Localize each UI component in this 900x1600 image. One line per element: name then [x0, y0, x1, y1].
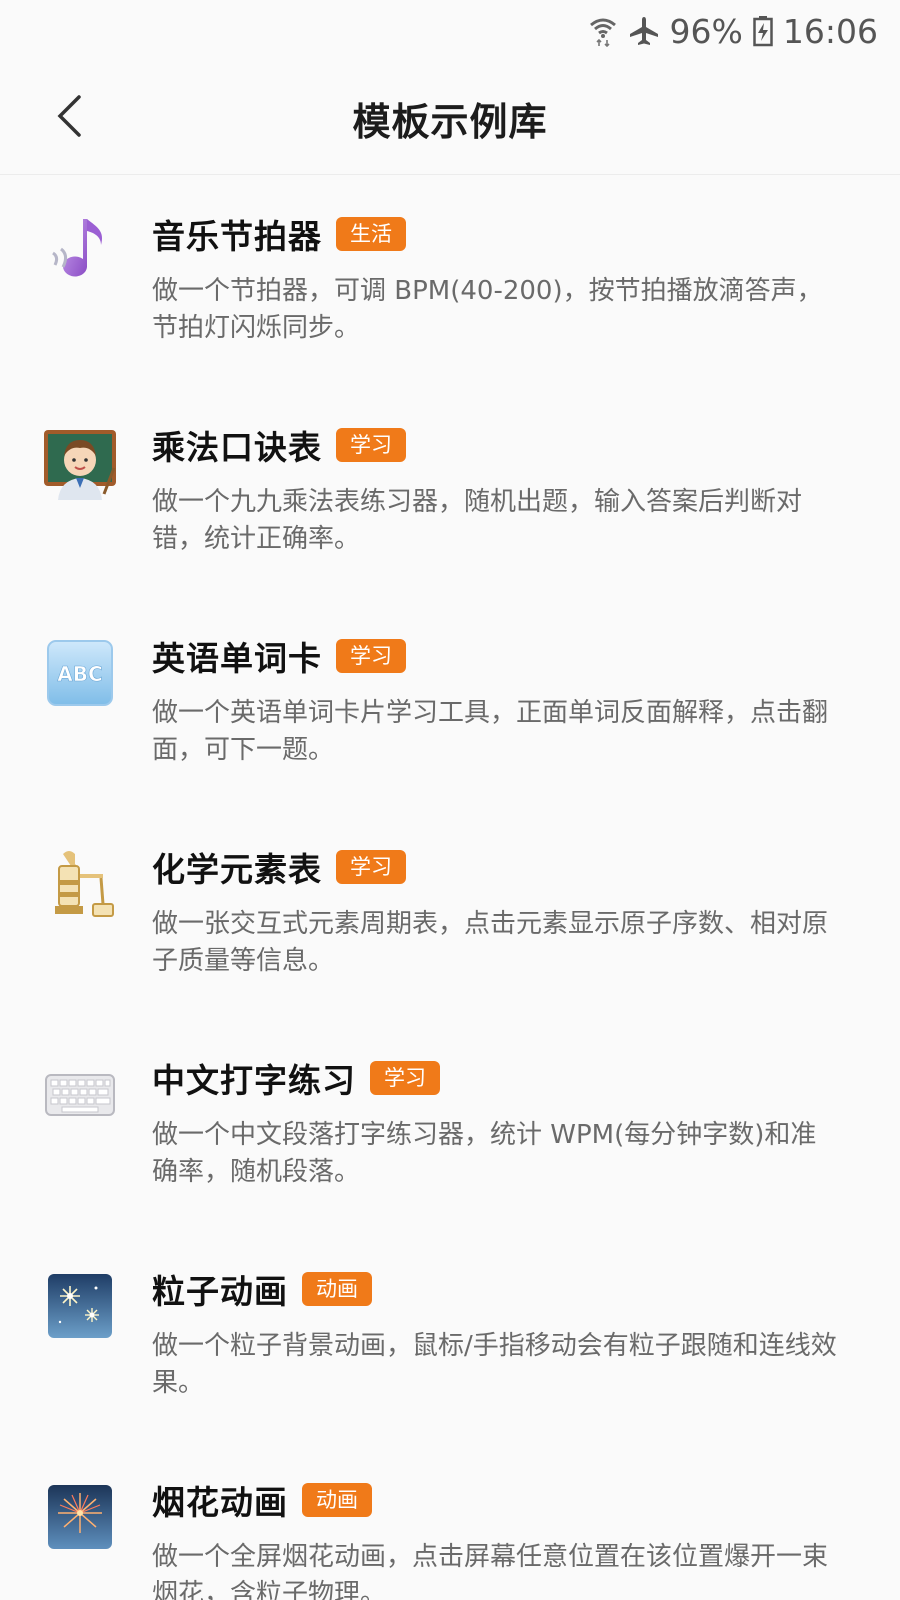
svg-text:ABC: ABC [57, 662, 102, 686]
fireworks-icon [42, 1479, 118, 1555]
template-item-english-cards[interactable]: ABC 英语单词卡 学习 做一个英语单词卡片学习工具，正面单词反面解释，点击翻面… [0, 597, 900, 808]
category-tag: 学习 [370, 1061, 440, 1095]
abc-icon: ABC [42, 635, 118, 711]
template-title: 中文打字练习 [152, 1061, 356, 1100]
airplane-mode-icon [628, 15, 660, 47]
page-title: 模板示例库 [352, 99, 548, 144]
category-tag: 动画 [302, 1272, 372, 1306]
category-tag: 生活 [336, 217, 406, 251]
sparkler-icon [42, 1268, 118, 1344]
template-description: 做一个全屏烟花动画，点击屏幕任意位置在该位置爆开一束烟花，含粒子物理。 [152, 1542, 829, 1600]
chevron-left-icon [55, 94, 85, 142]
template-description: 做一个节拍器，可调 BPM(40-200)，按节拍播放滴答声，节拍灯闪烁同步。 [152, 276, 823, 343]
template-description: 做一个英语单词卡片学习工具，正面单词反面解释，点击翻面，可下一题。 [152, 698, 829, 765]
teacher-icon [42, 424, 118, 500]
template-title: 乘法口诀表 [152, 428, 322, 467]
category-tag: 动画 [302, 1483, 372, 1517]
template-item-particle-animation[interactable]: 粒子动画 动画 做一个粒子背景动画，鼠标/手指移动会有粒子跟随和连线效果。 [0, 1230, 900, 1441]
clock: 16:06 [782, 11, 878, 51]
wifi-icon [588, 15, 618, 47]
template-description: 做一个九九乘法表练习器，随机出题，输入答案后判断对错，统计正确率。 [152, 487, 803, 554]
template-title: 音乐节拍器 [152, 217, 322, 256]
template-title: 英语单词卡 [152, 639, 322, 678]
alembic-icon [42, 846, 118, 922]
template-title: 化学元素表 [152, 850, 322, 889]
template-description: 做一张交互式元素周期表，点击元素显示原子序数、相对原子质量等信息。 [152, 909, 829, 976]
template-item-multiplication[interactable]: 乘法口诀表 学习 做一个九九乘法表练习器，随机出题，输入答案后判断对错，统计正确… [0, 386, 900, 597]
battery-charging-icon [753, 15, 773, 47]
musical-note-icon [42, 213, 118, 289]
template-item-chemistry[interactable]: 化学元素表 学习 做一张交互式元素周期表，点击元素显示原子序数、相对原子质量等信… [0, 808, 900, 1019]
template-title: 烟花动画 [152, 1483, 288, 1522]
keyboard-icon [42, 1057, 118, 1133]
status-bar: 96% 16:06 [0, 0, 900, 62]
template-description: 做一个中文段落打字练习器，统计 WPM(每分钟字数)和准确率，随机段落。 [152, 1120, 817, 1187]
category-tag: 学习 [336, 428, 406, 462]
battery-percent: 96% [669, 11, 743, 51]
category-tag: 学习 [336, 639, 406, 673]
template-list: 音乐节拍器 生活 做一个节拍器，可调 BPM(40-200)，按节拍播放滴答声，… [0, 175, 900, 1600]
category-tag: 学习 [336, 850, 406, 884]
template-title: 粒子动画 [152, 1272, 288, 1311]
app-screen: 96% 16:06 模板示例库 音乐节拍器 生活 做一个节拍器，可调 BPM(4… [0, 0, 900, 1600]
app-header: 模板示例库 [0, 62, 900, 175]
template-item-chinese-typing[interactable]: 中文打字练习 学习 做一个中文段落打字练习器，统计 WPM(每分钟字数)和准确率… [0, 1019, 900, 1230]
template-item-metronome[interactable]: 音乐节拍器 生活 做一个节拍器，可调 BPM(40-200)，按节拍播放滴答声，… [0, 175, 900, 386]
back-button[interactable] [40, 88, 100, 148]
template-item-fireworks[interactable]: 烟花动画 动画 做一个全屏烟花动画，点击屏幕任意位置在该位置爆开一束烟花，含粒子… [0, 1441, 900, 1600]
template-description: 做一个粒子背景动画，鼠标/手指移动会有粒子跟随和连线效果。 [152, 1331, 837, 1398]
